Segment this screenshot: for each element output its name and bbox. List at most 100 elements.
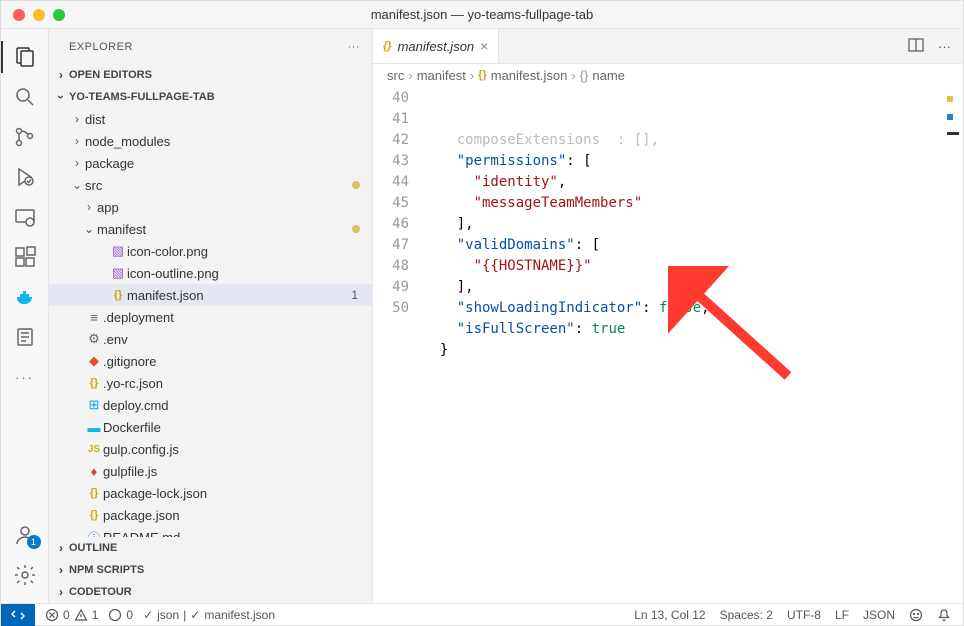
tree-item[interactable]: ›app — [49, 196, 372, 218]
json-icon: {} — [85, 487, 103, 499]
tree-item[interactable]: ⚙.env — [49, 328, 372, 350]
window-maximize-button[interactable] — [53, 9, 65, 21]
section-open-editors[interactable]: › OPEN EDITORS — [49, 64, 372, 86]
section-npm-scripts[interactable]: › NPM SCRIPTS — [49, 559, 372, 581]
tree-item[interactable]: {}package.json — [49, 504, 372, 526]
code-editor[interactable]: 4041424344454647484950 composeExtensions… — [373, 86, 963, 603]
account-badge: 1 — [27, 535, 41, 549]
file-icon: ≡ — [85, 310, 103, 325]
tree-item[interactable]: ▬Dockerfile — [49, 416, 372, 438]
tree-item-label: app — [97, 200, 364, 215]
tree-item[interactable]: ≡.deployment — [49, 306, 372, 328]
chevron-right-icon: › — [81, 200, 97, 214]
json-icon: {} — [383, 40, 392, 52]
json-icon: {} — [85, 377, 103, 389]
status-eol[interactable]: LF — [835, 608, 849, 622]
activity-source-control[interactable] — [1, 117, 49, 157]
code-content[interactable]: composeExtensions : [], "permissions": [… — [423, 86, 963, 603]
editor-area: {} manifest.json × ··· src › manifest › … — [373, 29, 963, 603]
tree-item[interactable]: ▧icon-color.png — [49, 240, 372, 262]
window-close-button[interactable] — [13, 9, 25, 21]
tab-bar: {} manifest.json × ··· — [373, 29, 963, 64]
tree-item[interactable]: {}.yo-rc.json — [49, 372, 372, 394]
tree-item[interactable]: {}package-lock.json — [49, 482, 372, 504]
tree-item-label: gulpfile.js — [103, 464, 364, 479]
section-project[interactable]: › YO-TEAMS-FULLPAGE-TAB — [49, 86, 372, 108]
activity-docker[interactable] — [1, 277, 49, 317]
activity-bar: ··· 1 — [1, 29, 49, 603]
tree-item-label: .deployment — [103, 310, 364, 325]
problem-count: 1 — [351, 288, 358, 302]
env-icon: ⚙ — [85, 331, 103, 347]
status-language[interactable]: JSON — [863, 608, 895, 622]
activity-remote[interactable] — [1, 197, 49, 237]
status-spaces[interactable]: Spaces: 2 — [720, 608, 773, 622]
chevron-right-icon: › — [53, 585, 69, 599]
docker-icon: ▬ — [85, 420, 103, 435]
tree-item[interactable]: JSgulp.config.js — [49, 438, 372, 460]
status-feedback-icon[interactable] — [909, 608, 923, 622]
status-notifications-icon[interactable] — [937, 608, 951, 622]
status-ports[interactable]: 0 — [108, 608, 133, 622]
sidebar: EXPLORER ··· › OPEN EDITORS › YO-TEAMS-F… — [49, 29, 373, 603]
remote-button[interactable] — [1, 604, 35, 626]
activity-run-debug[interactable] — [1, 157, 49, 197]
activity-settings[interactable] — [1, 555, 49, 595]
tab-manifest-json[interactable]: {} manifest.json × — [373, 29, 499, 63]
sidebar-title: EXPLORER — [69, 41, 133, 53]
tree-item[interactable]: ›dist — [49, 108, 372, 130]
tree-item-label: manifest — [97, 222, 352, 237]
section-outline[interactable]: › OUTLINE — [49, 537, 372, 559]
modified-indicator — [352, 181, 360, 189]
activity-account[interactable]: 1 — [1, 515, 49, 555]
tree-item-label: src — [85, 178, 352, 193]
section-codetour[interactable]: › CODETOUR — [49, 581, 372, 603]
tree-item[interactable]: ⊞deploy.cmd — [49, 394, 372, 416]
img-icon: ▧ — [109, 243, 127, 259]
tree-item-label: icon-color.png — [127, 244, 364, 259]
activity-more[interactable]: ··· — [1, 357, 49, 397]
activity-codetour[interactable] — [1, 317, 49, 357]
tree-item-label: node_modules — [85, 134, 364, 149]
info-icon: ⓘ — [85, 528, 103, 538]
breadcrumbs[interactable]: src › manifest › {} manifest.json › {} n… — [373, 64, 963, 86]
chevron-down-icon: › — [54, 89, 68, 105]
status-cursor[interactable]: Ln 13, Col 12 — [634, 608, 705, 622]
split-editor-icon[interactable] — [908, 37, 924, 56]
tree-item-label: dist — [85, 112, 364, 127]
close-icon[interactable]: × — [480, 38, 488, 54]
file-tree: ›dist›node_modules›package⌄src›app⌄manif… — [49, 108, 372, 537]
tree-item[interactable]: ›node_modules — [49, 130, 372, 152]
tree-item[interactable]: ⓘREADME.md — [49, 526, 372, 537]
status-schema[interactable]: ✓json | ✓manifest.json — [143, 608, 275, 622]
tree-item[interactable]: ◆.gitignore — [49, 350, 372, 372]
tree-item[interactable]: ⌄manifest — [49, 218, 372, 240]
tree-item[interactable]: ▧icon-outline.png — [49, 262, 372, 284]
tree-item[interactable]: ♦gulpfile.js — [49, 460, 372, 482]
activity-explorer[interactable] — [1, 37, 49, 77]
window-minimize-button[interactable] — [33, 9, 45, 21]
tree-item-label: .gitignore — [103, 354, 364, 369]
tree-item[interactable]: ⌄src — [49, 174, 372, 196]
more-actions-icon[interactable]: ··· — [938, 39, 951, 54]
tree-item-label: Dockerfile — [103, 420, 364, 435]
status-encoding[interactable]: UTF-8 — [787, 608, 821, 622]
chevron-right-icon: › — [53, 563, 69, 577]
tree-item-label: manifest.json — [127, 288, 351, 303]
activity-search[interactable] — [1, 77, 49, 117]
title-bar: manifest.json — yo-teams-fullpage-tab — [1, 1, 963, 29]
modified-indicator — [352, 225, 360, 233]
status-problems[interactable]: 0 1 — [45, 608, 98, 622]
tree-item[interactable]: {}manifest.json1 — [49, 284, 372, 306]
sidebar-more-icon[interactable]: ··· — [348, 41, 361, 53]
window-title: manifest.json — yo-teams-fullpage-tab — [371, 7, 594, 22]
chevron-right-icon: › — [69, 112, 85, 126]
json-icon: {} — [85, 509, 103, 521]
tree-item-label: icon-outline.png — [127, 266, 364, 281]
tree-item-label: package.json — [103, 508, 364, 523]
chevron-right-icon: › — [69, 134, 85, 148]
chevron-right-icon: › — [69, 156, 85, 170]
tree-item[interactable]: ›package — [49, 152, 372, 174]
chevron-right-icon: › — [53, 68, 69, 82]
activity-extensions[interactable] — [1, 237, 49, 277]
